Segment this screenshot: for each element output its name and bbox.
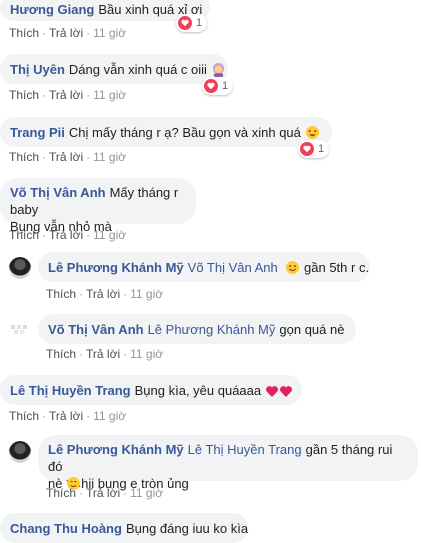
reply-link[interactable]: Trả lời [86, 347, 120, 361]
timestamp[interactable]: 11 giờ [130, 347, 163, 361]
comment-bubble: Lê Thị Huyền Trang Bụng kìa, yêu quáaaa [0, 375, 302, 405]
mention-tag[interactable]: Lê Thị Huyền Trang [188, 442, 302, 457]
timestamp[interactable]: 11 giờ [130, 486, 163, 500]
comment-bubble: Chang Thu Hoàng Bụng đáng iuu ko kìa [0, 513, 248, 543]
reply-bubble: Lê Phương Khánh Mỹ Võ Thị Vân Anh gần 5th… [38, 252, 370, 282]
like-link[interactable]: Thích [46, 287, 76, 301]
smile-emoji-icon [285, 260, 300, 279]
comment-author[interactable]: Lê Phương Khánh Mỹ [48, 442, 184, 457]
heart-reaction-icon [178, 16, 192, 30]
comment-author[interactable]: Hương Giang [10, 2, 94, 17]
heart-reaction-icon [204, 79, 218, 93]
comment-bubble: Trang Pii Chị mấy tháng r ạ? Bầu gọn và x… [0, 117, 332, 147]
comment-text: gọn quá nè [279, 322, 345, 337]
comment-author[interactable]: Thị Uyên [10, 62, 65, 77]
mention-tag[interactable]: Võ Thị Vân Anh [188, 260, 278, 275]
comment-author[interactable]: Võ Thị Vân Anh [10, 185, 106, 200]
like-link[interactable]: Thích [9, 26, 39, 40]
timestamp[interactable]: 11 giờ [93, 150, 126, 164]
reply-link[interactable]: Trả lời [86, 287, 120, 301]
timestamp[interactable]: 11 giờ [93, 409, 126, 423]
like-link[interactable]: Thích [9, 88, 39, 102]
reply-link[interactable]: Trả lời [49, 26, 83, 40]
comment-text: Bụng đáng iuu ko kìa [125, 521, 249, 536]
comment-actions: Thích · Trả lời · 11 giờ [46, 287, 164, 301]
red-heart-emoji-icon [265, 385, 279, 402]
heart-reaction-icon [300, 142, 314, 156]
reply-bubble: Võ Thị Vân Anh Lê Phương Khánh Mỹ gọn quá … [38, 314, 356, 344]
comment-text: gần 5th r c. [304, 260, 370, 275]
comment-author[interactable]: Lê Thị Huyền Trang [10, 383, 131, 398]
avatar[interactable] [9, 317, 31, 339]
timestamp[interactable]: 11 giờ [93, 228, 126, 242]
like-link[interactable]: Thích [46, 486, 76, 500]
comment-actions: Thích · Trả lời · 11 giờ [9, 409, 127, 423]
like-link[interactable]: Thích [9, 409, 39, 423]
reply-link[interactable]: Trả lời [49, 88, 83, 102]
like-link[interactable]: Thích [9, 228, 39, 242]
comment-actions: Thích · Trả lời · 11 giờ [9, 26, 127, 40]
red-heart-emoji-icon [279, 385, 293, 402]
comment-actions: Thích · Trả lời · 11 giờ [9, 228, 127, 242]
reply-link[interactable]: Trả lời [49, 150, 83, 164]
avatar[interactable] [9, 441, 31, 463]
comment-actions: Thích · Trả lời · 11 giờ [9, 88, 127, 102]
comment-actions: Thích · Trả lời · 11 giờ [9, 150, 127, 164]
reaction-count[interactable]: 1 [202, 77, 234, 95]
avatar[interactable] [9, 257, 31, 279]
mention-tag[interactable]: Lê Phương Khánh Mỹ [148, 322, 276, 337]
comment-actions: Thích · Trả lời · 11 giờ [46, 486, 164, 500]
comment-text: Chị mấy tháng r ạ? Bầu gọn và xinh quá [68, 125, 301, 140]
reaction-count[interactable]: 1 [176, 14, 208, 32]
comment-text: Dáng vẫn xinh quá c oiii [68, 62, 207, 77]
reaction-count[interactable]: 1 [298, 140, 330, 158]
comment-bubble: Võ Thị Vân Anh Mấy tháng r baby Bụng vẫn … [0, 178, 196, 234]
reply-link[interactable]: Trả lời [49, 409, 83, 423]
comment-author[interactable]: Lê Phương Khánh Mỹ [48, 260, 184, 275]
comment-actions: Thích · Trả lời · 11 giờ [46, 347, 164, 361]
reply-link[interactable]: Trả lời [86, 486, 120, 500]
timestamp[interactable]: 11 giờ [93, 26, 126, 40]
comment-author[interactable]: Võ Thị Vân Anh [48, 322, 144, 337]
comment-author[interactable]: Chang Thu Hoàng [10, 521, 122, 536]
comment-bubble: Thị Uyên Dáng vẫn xinh quá c oiii [0, 54, 228, 84]
timestamp[interactable]: 11 giờ [93, 88, 126, 102]
reply-link[interactable]: Trả lời [49, 228, 83, 242]
reply-bubble: Lê Phương Khánh Mỹ Lê Thị Huyền Trang gần … [38, 435, 418, 491]
like-link[interactable]: Thích [46, 347, 76, 361]
comment-text: Bụng kìa, yêu quáaaa [134, 383, 262, 398]
placeholder-avatar-icon [9, 317, 31, 339]
timestamp[interactable]: 11 giờ [130, 287, 163, 301]
comment-author[interactable]: Trang Pii [10, 125, 65, 140]
like-link[interactable]: Thích [9, 150, 39, 164]
